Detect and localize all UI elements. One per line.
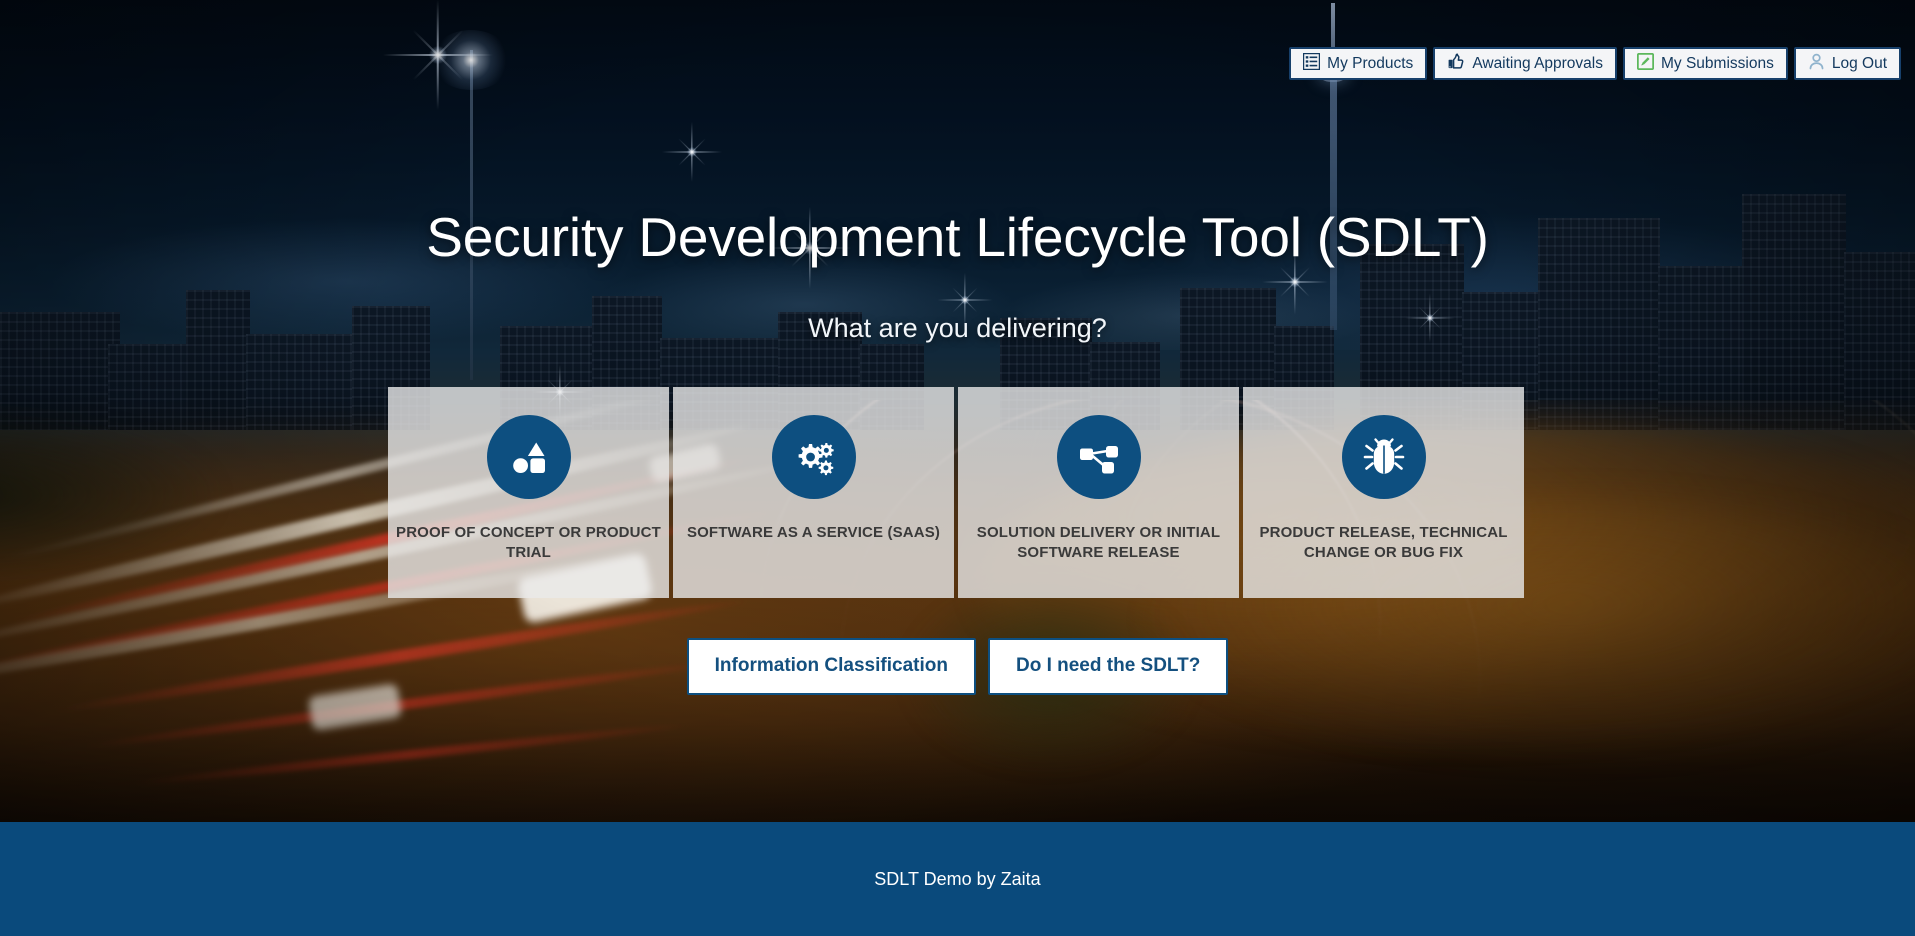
- card-label: SOLUTION DELIVERY OR INITIAL SOFTWARE RE…: [976, 524, 1221, 562]
- hero-action-buttons: Information Classification Do I need the…: [0, 638, 1915, 695]
- footer-credit-text: SDLT Demo by Zaita: [874, 869, 1041, 889]
- nav-my-products-label: My Products: [1327, 54, 1414, 72]
- thumbs-up-icon: [1447, 53, 1465, 75]
- do-i-need-the-sdlt-button[interactable]: Do I need the SDLT?: [987, 638, 1229, 695]
- card-label: PRODUCT RELEASE, TECHNICAL CHANGE OR BUG…: [1259, 524, 1508, 562]
- shapes-icon: [486, 415, 571, 499]
- edit-square-icon: [1636, 53, 1655, 74]
- nav-log-out-label: Log Out: [1831, 54, 1887, 72]
- card-proof-of-concept[interactable]: PROOF OF CONCEPT OR PRODUCT TRIAL: [388, 387, 669, 598]
- nav-log-out-button[interactable]: Log Out: [1793, 47, 1901, 80]
- card-software-as-a-service[interactable]: SOFTWARE AS A SERVICE (SAAS): [673, 387, 954, 598]
- sky-tower-shaft: [1330, 80, 1337, 330]
- nav-awaiting-approvals-button[interactable]: Awaiting Approvals: [1433, 47, 1617, 80]
- card-label: PROOF OF CONCEPT OR PRODUCT TRIAL: [396, 524, 661, 562]
- card-label: SOFTWARE AS A SERVICE (SAAS): [686, 524, 941, 541]
- bug-icon: [1341, 415, 1426, 499]
- user-icon: [1808, 53, 1825, 74]
- nav-my-products-button[interactable]: My Products: [1289, 47, 1428, 80]
- page-title: Security Development Lifecycle Tool (SDL…: [426, 206, 1489, 268]
- cogs-icon: [771, 415, 856, 499]
- page-subtitle: What are you delivering?: [808, 313, 1107, 343]
- card-solution-delivery[interactable]: SOLUTION DELIVERY OR INITIAL SOFTWARE RE…: [958, 387, 1239, 598]
- delivery-type-card-list: PROOF OF CONCEPT OR PRODUCT TRIAL SOFTWA…: [388, 387, 1524, 598]
- top-navigation: My Products Awaiting Approvals My Submis…: [1289, 47, 1901, 80]
- app-root: My Products Awaiting Approvals My Submis…: [0, 0, 1915, 936]
- card-product-release[interactable]: PRODUCT RELEASE, TECHNICAL CHANGE OR BUG…: [1243, 387, 1524, 598]
- list-icon: [1303, 53, 1321, 74]
- information-classification-button[interactable]: Information Classification: [686, 638, 976, 695]
- sitemap-icon: [1056, 415, 1141, 499]
- nav-my-submissions-button[interactable]: My Submissions: [1623, 47, 1788, 80]
- site-footer: SDLT Demo by Zaita: [0, 822, 1915, 936]
- nav-my-submissions-label: My Submissions: [1661, 54, 1774, 72]
- nav-awaiting-approvals-label: Awaiting Approvals: [1472, 54, 1603, 72]
- street-light-glow: [431, 30, 511, 90]
